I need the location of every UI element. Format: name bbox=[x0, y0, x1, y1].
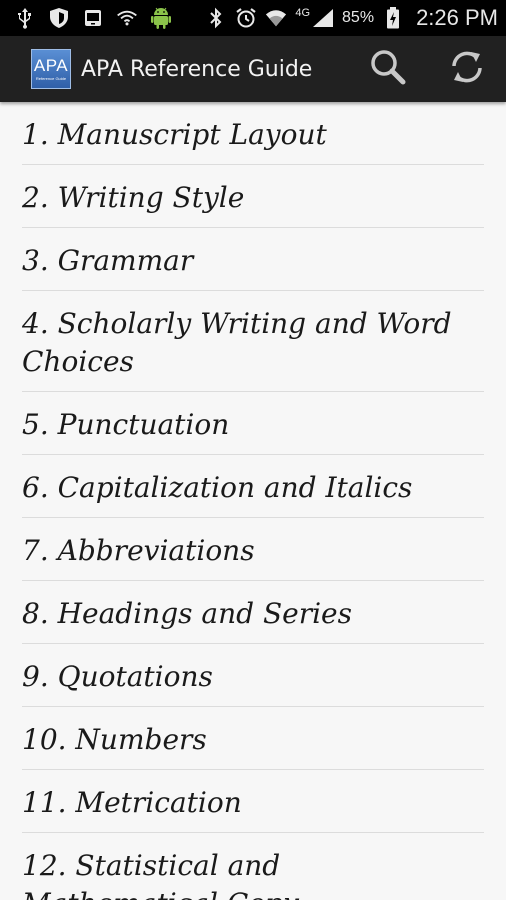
bluetooth-icon bbox=[205, 7, 227, 29]
list-item[interactable]: 9. Quotations bbox=[22, 644, 484, 707]
list-item[interactable]: 1. Manuscript Layout bbox=[22, 102, 484, 165]
wifi-tethering-icon bbox=[116, 7, 138, 29]
signal-icon bbox=[312, 7, 334, 29]
refresh-button[interactable] bbox=[447, 49, 487, 89]
app-title: APA Reference Guide bbox=[81, 56, 313, 82]
clock: 2:26 PM bbox=[416, 5, 498, 30]
list-item[interactable]: 7. Abbreviations bbox=[22, 518, 484, 581]
app-logo-text: APA bbox=[33, 56, 69, 75]
list-item[interactable]: 4. Scholarly Writing and Word Choices bbox=[22, 291, 484, 392]
list-item[interactable]: 6. Capitalization and Italics bbox=[22, 455, 484, 518]
app-logo-subtext: Reference Guide bbox=[35, 76, 67, 81]
search-icon bbox=[368, 47, 408, 91]
list-item[interactable]: 11. Metrication bbox=[22, 770, 484, 833]
list-item[interactable]: 10. Numbers bbox=[22, 707, 484, 770]
list-item[interactable]: 5. Punctuation bbox=[22, 392, 484, 455]
network-type: 4G bbox=[295, 7, 311, 19]
usb-icon bbox=[14, 7, 36, 29]
refresh-icon bbox=[447, 47, 487, 91]
wifi-icon bbox=[265, 7, 287, 29]
tablet-icon bbox=[82, 7, 104, 29]
shield-icon bbox=[48, 7, 70, 29]
list-item[interactable]: 2. Writing Style bbox=[22, 165, 484, 228]
battery-percent: 85% bbox=[342, 9, 375, 26]
app-logo: APA Reference Guide bbox=[31, 49, 71, 89]
battery-charging-icon bbox=[382, 7, 404, 29]
list-item[interactable]: 12. Statistical and Mathematical Copy bbox=[22, 833, 484, 900]
system-icons: 4G 85% 2:26 PM bbox=[205, 5, 498, 31]
status-bar: 4G 85% 2:26 PM bbox=[0, 0, 506, 36]
alarm-icon bbox=[235, 7, 257, 29]
action-bar: APA Reference Guide APA Reference Guide bbox=[0, 36, 506, 102]
chapter-list: 1. Manuscript Layout 2. Writing Style 3.… bbox=[0, 102, 506, 900]
notification-icons bbox=[14, 7, 172, 29]
list-item[interactable]: 8. Headings and Series bbox=[22, 581, 484, 644]
android-icon bbox=[150, 7, 172, 29]
list-item[interactable]: 3. Grammar bbox=[22, 228, 484, 291]
search-button[interactable] bbox=[368, 49, 408, 89]
